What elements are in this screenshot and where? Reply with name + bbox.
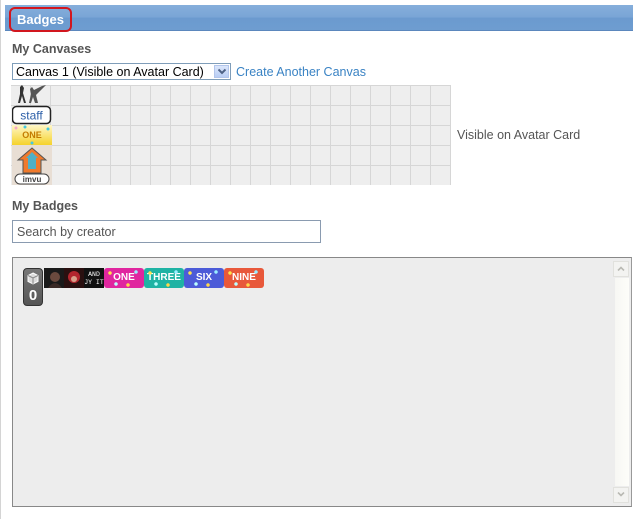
one-badge-text: ONE	[22, 130, 42, 140]
one-badge[interactable]: ONE	[104, 268, 144, 288]
staff-badge[interactable]: staff	[11, 105, 52, 125]
scroll-down-button[interactable]	[613, 487, 629, 503]
cube-icon	[27, 272, 39, 285]
badges-panel: Badges My Canvases Canvas 1 (Visible on …	[0, 0, 637, 519]
chevron-down-icon	[617, 492, 625, 497]
badge-counter: 0	[23, 268, 43, 306]
chevron-down-icon[interactable]	[214, 65, 229, 78]
vertical-scrollbar[interactable]	[615, 278, 629, 486]
imvu-badge-text: imvu	[23, 175, 42, 184]
badge-strip: AND JY IT ONE THREE SIX NINE	[44, 268, 264, 288]
three-badge[interactable]: THREE	[144, 268, 184, 288]
svg-text:JY IT: JY IT	[84, 279, 104, 286]
canvas-grid[interactable]: staff ONE imvu	[11, 85, 451, 185]
badge-list-box: 0 AND JY IT ONE THREE SIX NINE	[12, 257, 632, 507]
nine-badge[interactable]: NINE	[224, 268, 264, 288]
silhouettes-badge-icon[interactable]	[12, 85, 52, 105]
staff-badge-text: staff	[20, 109, 43, 123]
canvas-visibility-label: Visible on Avatar Card	[457, 128, 581, 142]
canvas-select[interactable]: Canvas 1 (Visible on Avatar Card)	[12, 63, 231, 80]
svg-text:AND: AND	[88, 271, 100, 278]
panel-header: Badges	[5, 5, 633, 32]
my-canvases-label: My Canvases	[12, 42, 92, 56]
search-by-creator-input[interactable]	[12, 220, 321, 243]
photo-badge-2[interactable]	[64, 268, 84, 288]
my-badges-label: My Badges	[12, 199, 78, 213]
header-title[interactable]: Badges	[9, 7, 72, 32]
one-badge[interactable]: ONE	[12, 125, 52, 145]
chevron-up-icon	[617, 266, 625, 271]
six-badge[interactable]: SIX	[184, 268, 224, 288]
imvu-badge[interactable]: imvu	[12, 145, 52, 185]
canvas-select-value: Canvas 1 (Visible on Avatar Card)	[16, 65, 204, 79]
badge-counter-value: 0	[28, 287, 38, 304]
text-badge[interactable]: AND JY IT	[84, 268, 104, 288]
create-another-canvas-link[interactable]: Create Another Canvas	[236, 65, 366, 79]
photo-badge-1[interactable]	[44, 268, 64, 288]
scroll-up-button[interactable]	[613, 261, 629, 277]
